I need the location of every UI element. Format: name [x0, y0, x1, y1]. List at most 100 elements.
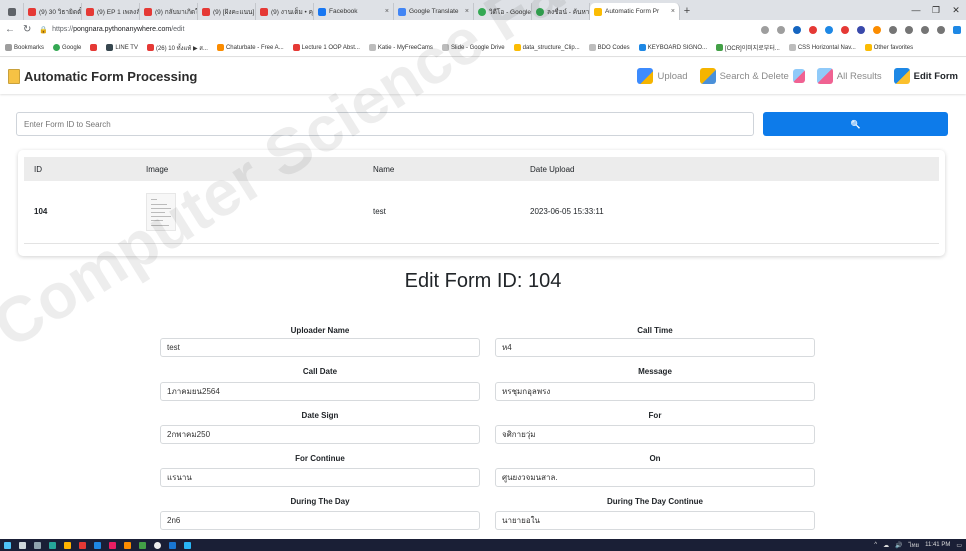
bookmark-item[interactable]: Google — [53, 44, 81, 51]
during-the-day-input[interactable]: 2n6 — [160, 511, 480, 530]
app-icon[interactable] — [79, 541, 86, 549]
on-input[interactable]: ศูนยงวจมนสาล. — [495, 468, 815, 487]
bookmark-item[interactable]: LINE TV — [106, 44, 138, 51]
reload-icon[interactable]: ↻ — [23, 24, 31, 35]
favorites-icon[interactable] — [905, 25, 913, 34]
nav-all-results[interactable]: All Results — [816, 68, 882, 84]
network-icon[interactable]: ☁ — [883, 542, 889, 549]
message-input[interactable]: หรชุมกอุลพรง — [495, 382, 815, 401]
app-icon[interactable] — [154, 541, 161, 549]
windows-start-icon[interactable] — [4, 541, 11, 549]
bookmark-item[interactable]: BDO Codes — [588, 44, 630, 51]
table-row[interactable]: 104 test 2023-06-05 15:33:11 — [24, 181, 939, 244]
tab-actions-icon[interactable] — [4, 3, 24, 20]
extension-icon[interactable] — [873, 25, 881, 34]
for-input[interactable]: จศิกายวุ่ม — [495, 425, 815, 444]
app-icon[interactable] — [184, 541, 191, 549]
edge-icon[interactable] — [49, 541, 56, 549]
read-aloud-icon[interactable] — [761, 25, 769, 34]
clock[interactable]: 11:41 PM — [925, 542, 950, 548]
form-thumbnail[interactable] — [146, 192, 176, 231]
bookmark-item[interactable]: CSS Horizontal Nav... — [788, 44, 856, 51]
app-icon[interactable] — [124, 541, 131, 549]
date-sign-input[interactable]: 2กพาคม250 — [160, 425, 480, 444]
youtube-icon — [90, 44, 98, 51]
app-icon[interactable] — [139, 541, 146, 549]
close-tab-icon[interactable]: × — [465, 8, 469, 15]
explorer-icon[interactable] — [34, 541, 41, 549]
browser-tab[interactable]: ลงชื่อน์ - ค้นหาด้วย× — [532, 3, 590, 20]
nav-upload[interactable]: Upload — [637, 68, 688, 84]
browser-tab[interactable]: (9) กลับมาเกิดใหม่ในโ× — [140, 3, 198, 20]
browser-tab[interactable]: (9) 30 วิธายิดตั๋× — [24, 3, 82, 20]
bookmark-item[interactable]: [OCR]이미지로부터... — [716, 43, 780, 52]
browser-tab[interactable]: วิดีโอ - Google Sea× — [474, 3, 532, 20]
app-brand[interactable]: Automatic Form Processing — [8, 68, 197, 84]
document-logo-icon — [8, 68, 20, 84]
extension-icon[interactable] — [841, 25, 849, 34]
cell-image — [136, 181, 363, 244]
browser-tab[interactable]: (9) EP 1 เพลงลักษณ์× — [82, 3, 140, 20]
volume-icon[interactable]: 🔊 — [895, 542, 902, 549]
tab-title: (9) 30 วิธายิดตั๋ — [39, 8, 82, 16]
favorite-star-icon[interactable] — [777, 25, 785, 34]
bookmark-item[interactable]: Chaturbate - Free A... — [216, 44, 284, 51]
nav-search-delete[interactable]: Search & Delete — [699, 68, 805, 84]
extension-icon[interactable] — [857, 25, 865, 34]
minimize-icon[interactable]: — — [906, 5, 926, 15]
app-icon[interactable] — [169, 541, 176, 549]
extension-icon[interactable] — [809, 25, 817, 34]
column-header: Date Upload — [520, 157, 939, 181]
during-the-day-continue-input[interactable]: นายายอใน — [495, 511, 815, 530]
bookmark-item[interactable]: data_structure_Clip... — [513, 44, 580, 51]
bookmark-item[interactable]: Other favorites — [864, 44, 913, 51]
close-tab-icon[interactable]: × — [671, 8, 675, 15]
results-card: ID Image Name Date Upload 104 test 2023-… — [18, 150, 945, 256]
browser-tab[interactable]: (9) [ฝังคะแนน] ป่า× — [198, 3, 256, 20]
chevron-up-icon[interactable]: ^ — [874, 542, 877, 548]
tab-title: ลงชื่อน์ - ค้นหาด้วย — [547, 8, 590, 16]
profile-icon[interactable] — [921, 25, 929, 34]
bookmark-item[interactable]: KEYBOARD SIGNO... — [638, 44, 707, 51]
collections-icon[interactable] — [889, 25, 897, 34]
url-field[interactable]: 🔒 https://pongnara.pythonanywhere.com/ed… — [39, 23, 753, 37]
bookmark-item[interactable]: Bookmarks — [5, 44, 44, 51]
close-tab-icon[interactable]: × — [385, 8, 389, 15]
call-date-input[interactable]: 1ภาคมยน2564 — [160, 382, 480, 401]
extension-icon[interactable] — [825, 25, 833, 34]
call-time-input[interactable]: ห4 — [495, 338, 815, 357]
browser-tab[interactable]: Google Translate × — [394, 3, 474, 20]
nav-edit-form[interactable]: Edit Form — [893, 68, 958, 84]
browser-tab-active[interactable]: Automatic Form Pr × — [590, 3, 680, 20]
back-icon[interactable]: ← — [5, 24, 15, 35]
search-folder-icon — [699, 68, 716, 84]
folder-icon[interactable] — [64, 541, 71, 549]
search-button[interactable]: 🔍 — [763, 112, 948, 136]
table-header-row: ID Image Name Date Upload — [24, 157, 939, 181]
app-icon[interactable] — [94, 541, 101, 549]
field-label: On — [649, 454, 661, 463]
form-id-search-input[interactable] — [16, 112, 754, 136]
extension-icon[interactable] — [793, 25, 801, 34]
for-continue-input[interactable]: แรนาน — [160, 468, 480, 487]
tab-title: (9) งานเต็ม • คุณแ — [271, 8, 313, 16]
bookmark-item[interactable]: Slide - Google Drive — [441, 44, 505, 51]
close-window-icon[interactable]: ✕ — [946, 5, 966, 16]
browser-tab[interactable]: (9) งานเต็ม • คุณแ× — [256, 3, 314, 20]
bing-icon[interactable] — [953, 25, 961, 34]
task-view-icon[interactable] — [19, 541, 26, 549]
more-icon[interactable] — [937, 25, 945, 34]
bookmark-item[interactable] — [90, 44, 98, 51]
bookmark-item[interactable]: Lecture 1 OOP Abst... — [292, 44, 360, 51]
bookmark-item[interactable]: (26) 10 ทั้งแท้ ▶ ส... — [146, 43, 208, 53]
app-icon[interactable] — [109, 541, 116, 549]
bookmark-item[interactable]: Katie - MyFreeCams — [368, 44, 433, 51]
browser-tab[interactable]: Facebook × — [314, 3, 394, 20]
youtube-icon — [28, 7, 36, 16]
folder-icon — [5, 44, 12, 51]
notification-icon[interactable]: ▭ — [956, 542, 962, 549]
uploader-name-input[interactable]: test — [160, 338, 480, 357]
language-indicator[interactable]: ไทย — [909, 540, 920, 550]
new-tab-icon[interactable]: + — [680, 3, 694, 20]
restore-icon[interactable]: ❐ — [926, 5, 946, 16]
